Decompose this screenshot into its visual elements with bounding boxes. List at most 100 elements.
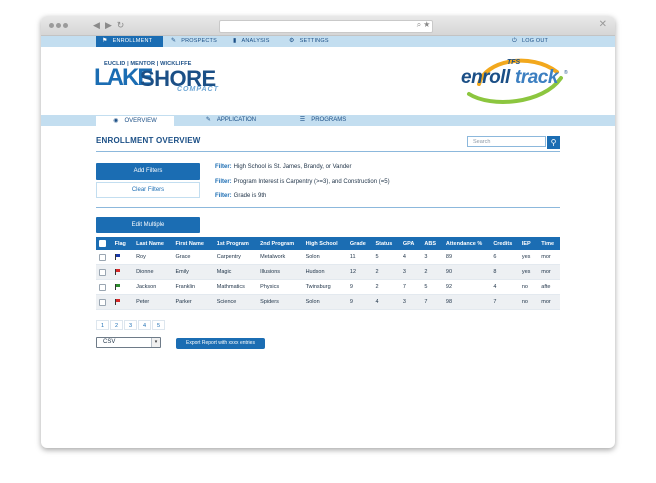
time-cell: mor bbox=[538, 294, 560, 310]
logout-link[interactable]: ⏻ LOG OUT bbox=[512, 36, 548, 47]
page-link[interactable]: 1 bbox=[96, 320, 109, 330]
logo-enroll-word: enroll bbox=[461, 67, 510, 88]
column-header[interactable]: First Name bbox=[172, 237, 214, 250]
page-title: ENROLLMENT OVERVIEW bbox=[96, 136, 201, 145]
high-school-cell: Solon bbox=[302, 250, 347, 265]
table-row[interactable]: Dionne Emily Magic Illusions Hudson 12 2 3 2 90 8 y… bbox=[96, 264, 560, 280]
table-row[interactable]: Jackson Franklin Mathmatics Physics Twinsbur… bbox=[96, 279, 560, 295]
window-control-dot[interactable] bbox=[63, 23, 68, 28]
flag-cell[interactable] bbox=[111, 294, 134, 310]
page-link[interactable]: 4 bbox=[138, 320, 151, 330]
gear-icon: ⚙ bbox=[289, 38, 295, 44]
enrollment-table-container[interactable]: Flag Last Name First Name 1st Program 2n… bbox=[96, 237, 560, 313]
select-all-checkbox[interactable] bbox=[96, 237, 112, 250]
column-header[interactable]: Grade bbox=[346, 237, 373, 250]
search-icon: ⚲ bbox=[550, 138, 557, 147]
time-cell: mor bbox=[538, 264, 560, 280]
column-header[interactable]: Attendance % bbox=[442, 237, 491, 250]
close-icon[interactable]: ✕ bbox=[599, 19, 607, 30]
tab-overview[interactable]: ◉ OVERVIEW bbox=[96, 115, 174, 127]
page-link[interactable]: 5 bbox=[152, 320, 165, 330]
attendance-cell: 89 bbox=[442, 250, 491, 265]
gpa-cell: 3 bbox=[399, 264, 422, 280]
column-header[interactable]: Credits bbox=[490, 237, 519, 250]
row-checkbox[interactable] bbox=[99, 268, 106, 276]
row-checkbox[interactable] bbox=[99, 253, 106, 261]
logo-registered-mark: ® bbox=[564, 70, 568, 76]
column-header[interactable]: GPA bbox=[399, 237, 422, 250]
forward-icon[interactable]: ▶ bbox=[103, 20, 114, 31]
flag-cell[interactable] bbox=[111, 264, 134, 280]
top-nav-analysis[interactable]: ▮ ANALYSIS bbox=[233, 36, 270, 47]
time-cell: mor bbox=[538, 250, 560, 265]
export-format-select[interactable]: CSV ▾ bbox=[96, 337, 161, 348]
column-header[interactable]: Flag bbox=[111, 237, 134, 250]
table-row[interactable]: Peter Parker Science Spiders Solon 9 4 3 7 98 7 no m… bbox=[96, 294, 560, 310]
checkbox[interactable] bbox=[99, 240, 106, 247]
browser-toolbar: ◀ ▶ ↻ ⌕ ★ ✕ bbox=[41, 16, 615, 36]
clear-filters-button[interactable]: Clear Filters bbox=[96, 182, 200, 198]
top-nav-settings[interactable]: ⚙ SETTINGS bbox=[289, 36, 329, 47]
edit-multiple-button[interactable]: Edit Multiple bbox=[96, 217, 200, 233]
search-button[interactable]: ⚲ bbox=[547, 136, 560, 149]
export-report-button[interactable]: Export Report with xxxx entries bbox=[176, 338, 265, 349]
grade-cell: 11 bbox=[346, 250, 373, 265]
row-select-cell[interactable] bbox=[96, 294, 112, 310]
logo-track-word: track bbox=[515, 67, 558, 88]
chevron-down-icon: ▾ bbox=[151, 338, 160, 347]
row-checkbox[interactable] bbox=[99, 283, 106, 291]
second-program-cell: Illusions bbox=[257, 264, 303, 280]
column-header[interactable]: ABS bbox=[421, 237, 443, 250]
last-name-cell: Dionne bbox=[133, 264, 173, 280]
row-select-cell[interactable] bbox=[96, 279, 112, 295]
iep-cell: yes bbox=[518, 250, 539, 265]
flag-cell[interactable] bbox=[111, 250, 134, 265]
search-input[interactable]: Search bbox=[467, 136, 546, 147]
window-control-dot[interactable] bbox=[56, 23, 61, 28]
sub-navigation: ◉ OVERVIEW ✎ APPLICATION ☰ PROGRAMS bbox=[41, 115, 615, 127]
top-nav-prospects[interactable]: ✎ PROSPECTS bbox=[171, 36, 217, 47]
flag-icon: ⚑ bbox=[102, 38, 108, 44]
high-school-cell: Twinsburg bbox=[302, 279, 347, 295]
window-control-dot[interactable] bbox=[49, 23, 54, 28]
filter-item: Filter: Program Interest is Carpentry (>=… bbox=[215, 179, 390, 185]
gpa-cell: 7 bbox=[399, 279, 422, 295]
column-header[interactable]: Status bbox=[372, 237, 400, 250]
flag-icon[interactable] bbox=[114, 253, 120, 260]
flag-cell[interactable] bbox=[111, 279, 134, 295]
table-row[interactable]: Roy Grace Carpentry Metalwork Solon 11 5 4 3 89 6 y… bbox=[96, 250, 560, 265]
flag-icon[interactable] bbox=[114, 268, 120, 275]
attendance-cell: 92 bbox=[442, 279, 491, 295]
column-header[interactable]: Last Name bbox=[133, 237, 173, 250]
back-icon[interactable]: ◀ bbox=[91, 20, 102, 31]
top-nav-enrollment[interactable]: ⚑ ENROLLMENT bbox=[96, 36, 163, 47]
logo-tfs: TFS bbox=[507, 59, 521, 66]
row-select-cell[interactable] bbox=[96, 264, 112, 280]
row-checkbox[interactable] bbox=[99, 298, 106, 306]
page-link[interactable]: 3 bbox=[124, 320, 137, 330]
flag-icon[interactable] bbox=[114, 298, 120, 305]
column-header[interactable]: High School bbox=[302, 237, 347, 250]
gpa-cell: 3 bbox=[399, 294, 422, 310]
tab-application[interactable]: ✎ APPLICATION bbox=[181, 115, 281, 126]
column-header[interactable]: IEP bbox=[518, 237, 539, 250]
column-header[interactable]: 2nd Program bbox=[257, 237, 303, 250]
grade-cell: 12 bbox=[346, 264, 373, 280]
first-name-cell: Franklin bbox=[172, 279, 214, 295]
enrolltrack-logo: TFS enroll track ® bbox=[461, 54, 569, 104]
page-link[interactable]: 2 bbox=[110, 320, 123, 330]
tab-programs[interactable]: ☰ PROGRAMS bbox=[273, 115, 373, 126]
credits-cell: 6 bbox=[490, 250, 519, 265]
column-header[interactable]: 1st Program bbox=[213, 237, 258, 250]
column-header[interactable]: Time bbox=[538, 237, 560, 250]
add-filters-button[interactable]: Add Filters bbox=[96, 163, 200, 180]
row-select-cell[interactable] bbox=[96, 250, 112, 265]
abs-cell: 5 bbox=[421, 279, 443, 295]
flag-icon[interactable] bbox=[114, 283, 120, 290]
status-cell: 2 bbox=[372, 264, 400, 280]
reload-icon[interactable]: ↻ bbox=[115, 20, 126, 31]
address-bar[interactable]: ⌕ ★ bbox=[219, 20, 433, 33]
filter-item: Filter: Grade is 9th bbox=[215, 193, 267, 199]
abs-cell: 7 bbox=[421, 294, 443, 310]
export-format-value: CSV bbox=[103, 339, 116, 345]
